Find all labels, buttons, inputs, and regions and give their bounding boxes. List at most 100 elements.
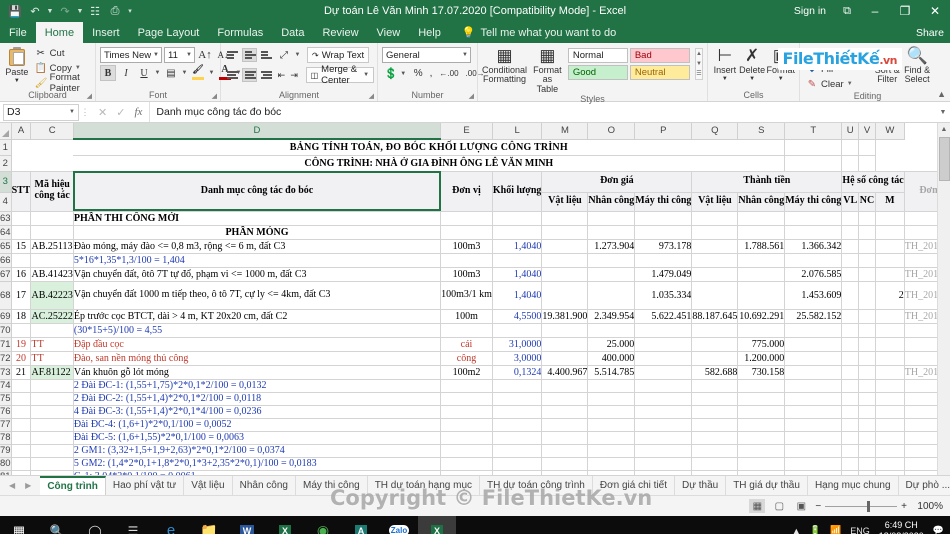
cell-description-65[interactable]: Đào móng, máy đào <= 0,8 m3, rộng <= 6 m… — [72, 238, 442, 254]
cell-dongia-maythicong-66[interactable] — [634, 252, 693, 268]
open-recent-icon[interactable]: ☷ — [86, 2, 104, 20]
table-row[interactable]: 72 20 TT Đào, san nền móng thủ công công 3,00… — [0, 350, 950, 366]
cell-heso-m-81[interactable] — [875, 469, 905, 475]
cell-thanhtien-maythicong-76[interactable] — [784, 404, 843, 419]
format-dropdown-icon[interactable]: ▼ — [778, 76, 784, 82]
zoom-track[interactable] — [825, 500, 898, 512]
cell-quantity-75[interactable] — [491, 391, 543, 406]
tab-insert[interactable]: Insert — [83, 22, 129, 43]
cell-dongia-vatlieu-68[interactable] — [541, 280, 589, 310]
cut-button[interactable]: ✂ Cut — [33, 46, 91, 60]
cell-heso-m-74[interactable] — [875, 378, 905, 393]
cell-dongia-maythicong-67[interactable]: 1.479.049 — [634, 266, 693, 282]
zoom-out-button[interactable]: − — [815, 501, 821, 512]
cell-description-76[interactable]: 4 Đài ĐC-3: (1,55+1,4)*2*0,1*4/100 = 0,0… — [72, 404, 442, 419]
table-row[interactable]: 78 Đài ĐC-5: (1,6+1,55)*2*0,1/100 = 0,006… — [0, 430, 950, 445]
cell-ma-hieu-75[interactable] — [30, 391, 74, 406]
header-danh-muc[interactable]: Danh mục công tác đo bóc — [72, 170, 442, 212]
cell-unit-64[interactable] — [440, 224, 493, 240]
cell-quantity-67[interactable]: 1,4040 — [491, 266, 543, 282]
cell-stt-79[interactable] — [10, 443, 32, 458]
cell-thanhtien-maythicong-70[interactable] — [784, 322, 843, 338]
cell-unit-65[interactable]: 100m3 — [440, 238, 493, 254]
cell-quantity-76[interactable] — [491, 404, 543, 419]
cell-dongia-maythicong-79[interactable] — [634, 443, 693, 458]
cell-unit-73[interactable]: 100m2 — [440, 364, 493, 380]
table-row[interactable]: 75 2 Đài ĐC-2: (1,55+1,4)*2*0,1*2/100 = 0… — [0, 391, 950, 406]
col-header-V[interactable]: V — [858, 123, 877, 140]
edge-icon[interactable]: e — [152, 516, 190, 534]
cell-heso-vl-63[interactable] — [841, 210, 859, 226]
quick-access-toolbar[interactable]: 💾 ↶ ▼ ↷ ▼ ☷ ⎙ ▾ — [0, 2, 134, 20]
print-preview-icon[interactable]: ⎙ — [106, 2, 124, 20]
col-header-O[interactable]: O — [587, 123, 636, 140]
cell-stt-68[interactable]: 17 — [10, 280, 32, 310]
table-row[interactable]: 76 4 Đài ĐC-3: (1,55+1,4)*2*0,1*4/100 = 0… — [0, 404, 950, 419]
cell-dongia-vatlieu-67[interactable] — [541, 266, 589, 282]
cell-description-64[interactable]: PHẦN MÓNG — [72, 224, 442, 240]
cell-heso-nc-76[interactable] — [857, 404, 877, 419]
cell-stt-71[interactable]: 19 — [10, 336, 32, 352]
cell-thanhtien-vatlieu-75[interactable] — [691, 391, 739, 406]
scrollbar-thumb[interactable] — [939, 137, 950, 181]
cell-stt-73[interactable]: 21 — [10, 364, 32, 380]
find-select-button[interactable]: 🔍 Find & Select — [903, 46, 931, 85]
cell-ma-hieu-66[interactable] — [30, 252, 74, 268]
sheet-tab-d-th-u[interactable]: Dự thầu — [675, 476, 727, 495]
ribbon-display-options-icon[interactable]: ⧉ — [834, 5, 860, 18]
cell-ma-hieu-63[interactable] — [30, 210, 74, 226]
paste-dropdown-icon[interactable]: ▼ — [14, 78, 20, 84]
cell-description-81[interactable]: G-1: 3,04*2*0,1/100 = 0,0061 — [72, 469, 442, 475]
bold-button[interactable]: B — [100, 65, 116, 81]
sheet-tab-c-ng-tr-nh[interactable]: Công trình — [40, 476, 106, 495]
cell-thanhtien-maythicong-80[interactable] — [784, 456, 843, 471]
cell-dongia-maythicong-70[interactable] — [634, 322, 693, 338]
cell-dongia-vatlieu-77[interactable] — [541, 417, 589, 432]
cell-thanhtien-nhancong-71[interactable]: 775.000 — [737, 336, 786, 352]
cell-thanhtien-maythicong-79[interactable] — [784, 443, 843, 458]
cortana-icon[interactable]: ◯ — [76, 516, 114, 534]
cell-heso-vl-73[interactable] — [841, 364, 859, 380]
cell-heso-vl-67[interactable] — [841, 266, 859, 282]
header-don-vi[interactable]: Đơn vị — [440, 170, 493, 212]
cell-heso-vl-71[interactable] — [841, 336, 859, 352]
search-icon[interactable]: 🔍 — [38, 516, 76, 534]
cell-description-77[interactable]: Đài ĐC-4: (1,6+1)*2*0,1/100 = 0,0052 — [72, 417, 442, 432]
header-tt-vat-lieu[interactable]: Vật liệu — [691, 191, 739, 212]
increase-indent-button[interactable]: ⇥ — [289, 67, 300, 83]
row-header-66[interactable]: 66 — [0, 252, 12, 268]
cell-heso-vl-65[interactable] — [841, 238, 859, 254]
accounting-dropdown-icon[interactable]: ▼ — [400, 71, 407, 77]
cell-thanhtien-nhancong-72[interactable]: 1.200.000 — [737, 350, 786, 366]
cell-dongia-maythicong-63[interactable] — [634, 210, 693, 226]
cell-dongia-maythicong-69[interactable]: 5.622.451 — [634, 308, 693, 324]
row-header-70[interactable]: 70 — [0, 322, 12, 338]
cell-quantity-66[interactable] — [491, 252, 543, 268]
style-normal[interactable]: Normal — [567, 48, 628, 63]
table-row[interactable]: 71 19 TT Đập đầu cọc cái 31,0000 25.000 775.000 — [0, 336, 950, 352]
cell-description-80[interactable]: 5 GM2: (1,4*2*0,1+1,8*2*0,1*3+2,35*2*0,1… — [72, 456, 442, 471]
cell-dongia-nhancong-69[interactable]: 2.349.954 — [587, 308, 636, 324]
col-header-C[interactable]: C — [30, 123, 74, 140]
accounting-format-button[interactable]: 💲 ▼ — [382, 66, 409, 81]
minimize-button[interactable]: – — [860, 0, 890, 22]
cell-thanhtien-vatlieu-74[interactable] — [691, 378, 739, 393]
conditional-formatting-button[interactable]: ▦ Conditional Formatting — [482, 46, 527, 85]
name-box-caret-icon[interactable]: ▼ — [69, 109, 75, 115]
row-header-81[interactable]: 81 — [0, 469, 12, 475]
cell-thanhtien-nhancong-68[interactable] — [737, 280, 786, 310]
notification-icon[interactable]: 💬 — [933, 525, 944, 534]
cell-dongia-vatlieu-72[interactable] — [541, 350, 589, 366]
styles-more-icon[interactable]: ☰ — [696, 69, 702, 79]
clock[interactable]: 6:49 CH 18/08/2020 — [879, 520, 924, 534]
cell-description-71[interactable]: Đập đầu cọc — [72, 336, 442, 352]
show-hidden-icons[interactable]: ▲ — [792, 526, 801, 534]
cell-heso-nc-77[interactable] — [857, 417, 877, 432]
page-break-view-icon[interactable]: ▣ — [793, 499, 809, 513]
copy-dropdown-icon[interactable]: ▼ — [75, 65, 81, 71]
table-row[interactable]: 63 PHẦN THI CÔNG MỚI — [0, 210, 950, 226]
merge-center-button[interactable]: ◫ Merge & Center ▼ — [305, 64, 375, 86]
table-row[interactable]: 65 15 AB.25113 Đào móng, máy đào <= 0,8 m3,… — [0, 238, 950, 254]
font-size-combo[interactable]: 11 ▼ — [164, 47, 195, 63]
orientation-button[interactable]: ⤢ — [276, 47, 292, 63]
